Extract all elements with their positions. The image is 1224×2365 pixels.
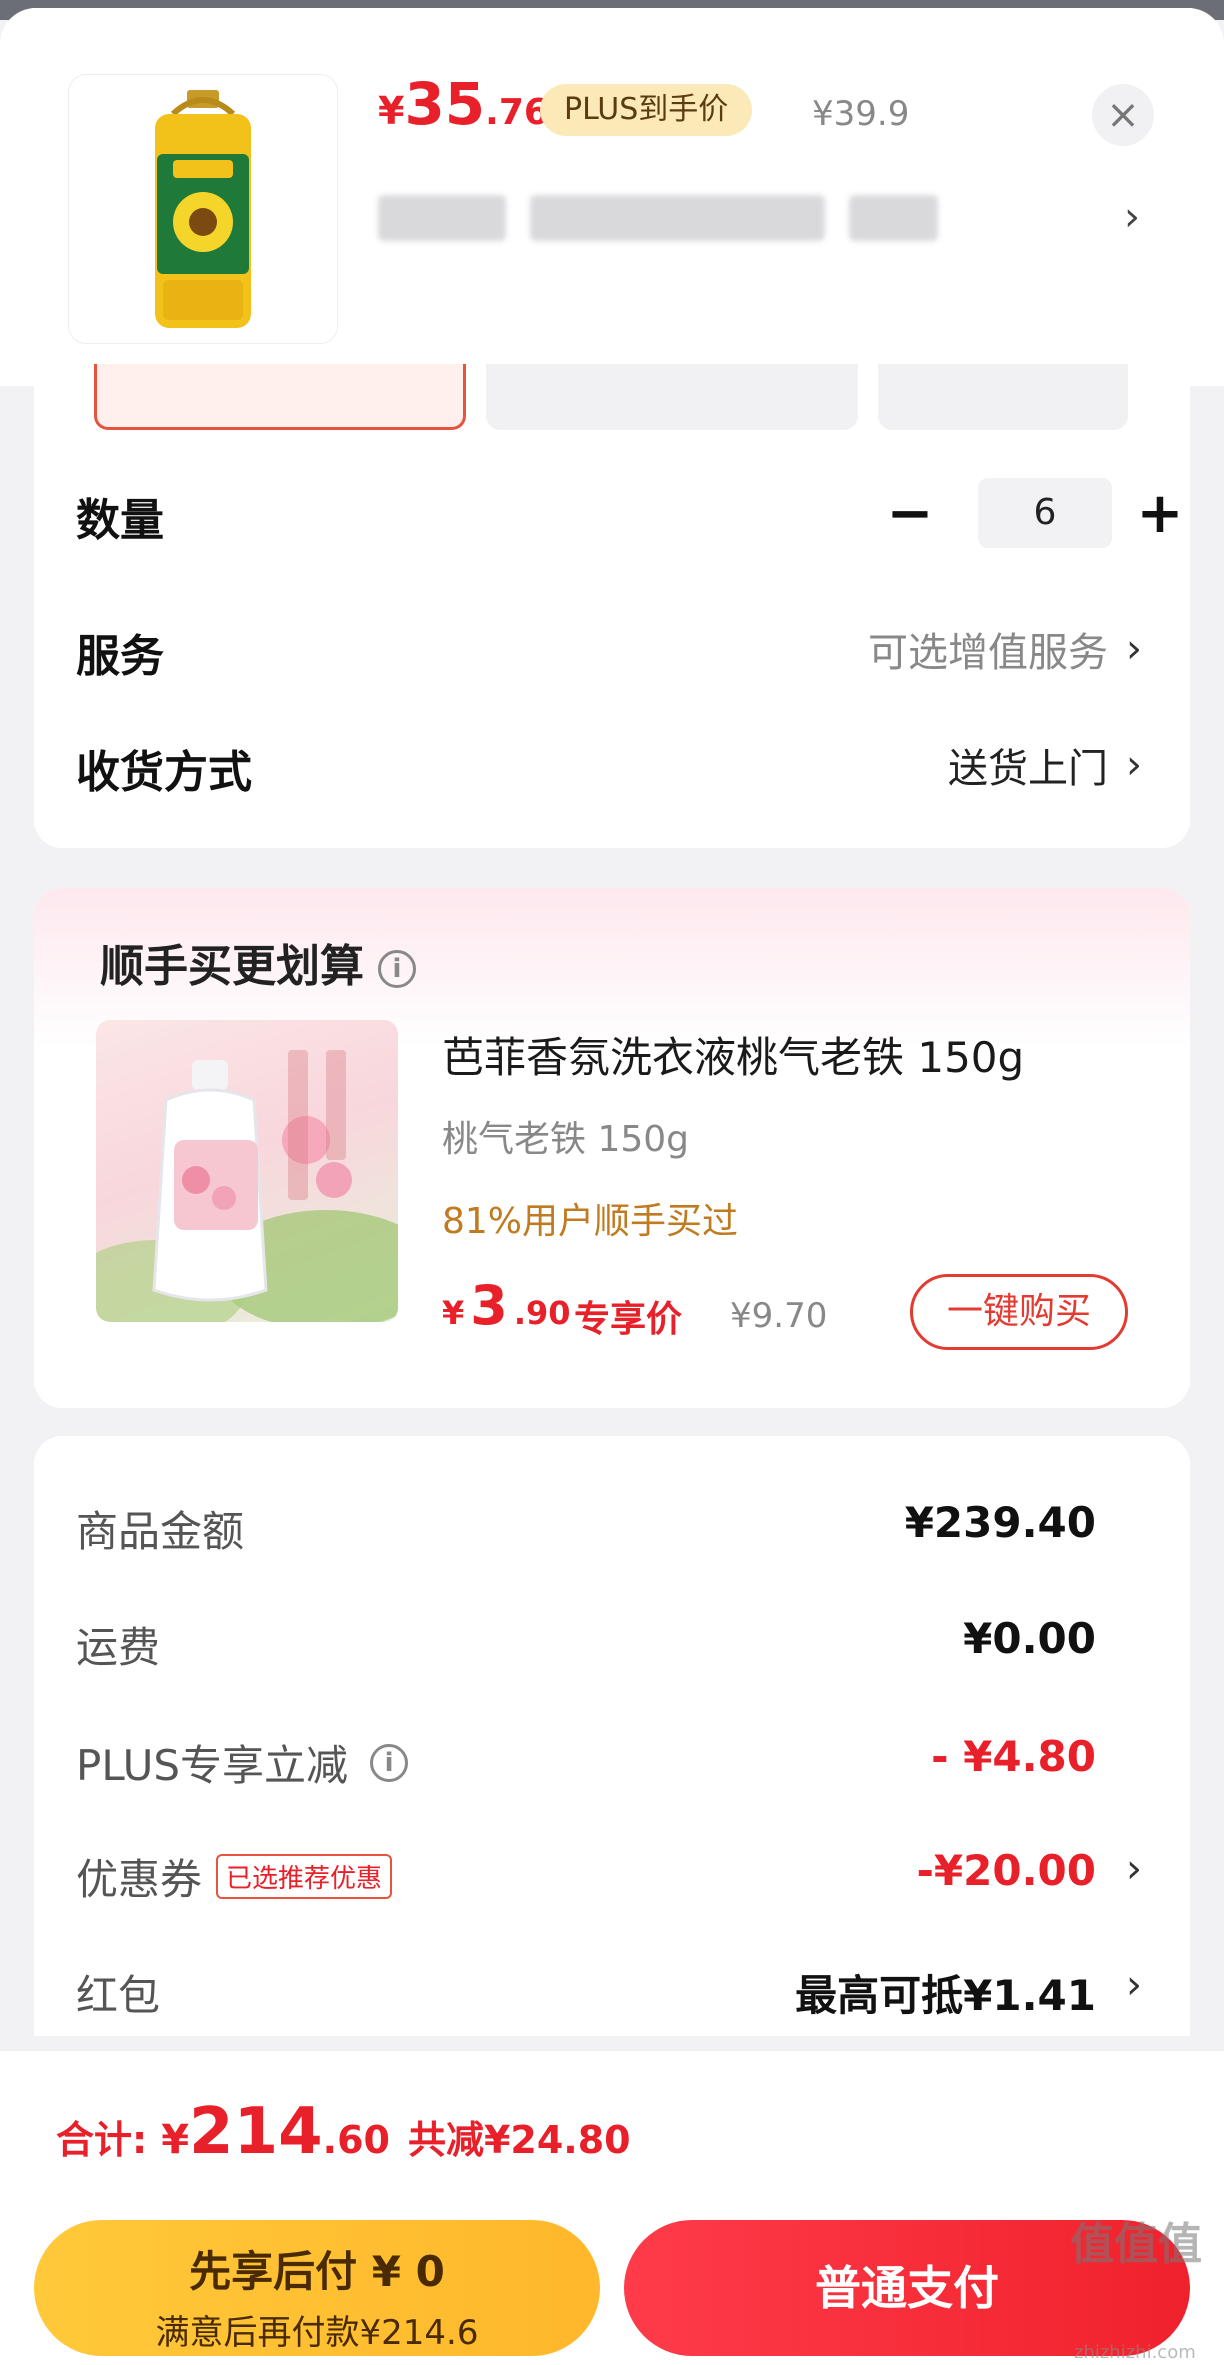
pay-later-title: 先享后付 ¥ 0	[189, 2247, 445, 2296]
info-icon[interactable]: i	[370, 1743, 409, 1782]
decrease-button[interactable]: −	[872, 478, 948, 554]
spec-option[interactable]	[486, 364, 858, 430]
chevron-right-icon[interactable]: ›	[1126, 1962, 1142, 2008]
plus-discount-label: PLUS专享立减 i	[76, 1732, 409, 1793]
delivery-selector[interactable]: 送货上门 ›	[948, 736, 1142, 794]
addon-product-image[interactable]	[96, 1020, 398, 1322]
addon-card: 顺手买更划算 i 芭菲香氛洗衣液桃气老铁 150g 桃气老铁 150g 81%用户…	[34, 888, 1190, 1408]
plus-discount-label-text: PLUS专享立减	[76, 1741, 349, 1790]
red-packet-label-text: 红包	[76, 1971, 161, 2020]
pay-later-subtitle: 满意后再付款¥214.6	[155, 2313, 479, 2353]
amount-summary-card: 商品金额 ¥239.40 运费 ¥0.00 PLUS专享立减 i - ¥4.80…	[34, 1436, 1190, 2036]
price-integer: 35	[404, 70, 486, 138]
watermark-url: zhizhizhi.com	[1074, 2342, 1196, 2363]
coupon-label: 优惠券 已选推荐优惠	[76, 1846, 393, 1907]
product-header: ¥ 35 .76 PLUS到手价 ¥39.9 × ›	[0, 8, 1224, 386]
redacted-text	[530, 195, 826, 241]
pay-later-button[interactable]: 先享后付 ¥ 0 满意后再付款¥214.6	[34, 2220, 600, 2356]
plus-price-badge: PLUS到手价	[540, 84, 753, 136]
spec-option-selected[interactable]	[94, 364, 466, 430]
info-icon[interactable]: i	[378, 950, 416, 988]
total-label: 合计:	[56, 2118, 148, 2162]
addon-price-decimal: .90	[513, 1294, 571, 1332]
quantity-input[interactable]: 6	[978, 478, 1112, 548]
goods-amount-value: ¥239.40	[904, 1498, 1096, 1547]
coupon-value[interactable]: -¥20.00	[916, 1846, 1096, 1895]
shipping-label: 运费	[76, 1614, 160, 1675]
shipping-value: ¥0.00	[963, 1614, 1096, 1663]
total-amount: 合计: ¥ 214 .60 共减¥24.80	[56, 2095, 631, 2169]
total-integer: 214	[189, 2095, 323, 2169]
detergent-bottle-image	[96, 1050, 398, 1322]
red-packet-label: 红包	[76, 1962, 160, 2023]
addon-original-price: ¥9.70	[730, 1296, 828, 1336]
watermark: 值值值	[1070, 2219, 1202, 2270]
addon-purchase-hint: 81%用户顺手买过	[442, 1201, 739, 1242]
original-price: ¥39.9	[812, 94, 910, 134]
product-price: ¥ 35 .76	[378, 70, 549, 140]
quantity-stepper: − 6 +	[872, 478, 1192, 554]
addon-price-tag: 专享价	[574, 1299, 683, 1340]
delivery-label: 收货方式	[76, 747, 252, 798]
addon-price-currency: ¥	[442, 1294, 465, 1332]
addon-price: ¥ 3 .90	[442, 1274, 571, 1337]
chevron-right-icon[interactable]: ›	[1126, 1846, 1142, 1892]
chevron-right-icon[interactable]: ›	[1124, 194, 1140, 240]
shipping-label-text: 运费	[76, 1623, 161, 1672]
spec-option[interactable]	[878, 364, 1128, 430]
total-saved: 共减¥24.80	[407, 2118, 631, 2162]
total-decimal: .60	[322, 2118, 390, 2162]
coupon-label-text: 优惠券	[76, 1855, 203, 1904]
plus-discount-value: - ¥4.80	[931, 1732, 1096, 1781]
addon-section-title: 顺手买更划算 i	[100, 930, 416, 994]
redacted-text	[849, 195, 938, 241]
increase-button[interactable]: +	[1122, 478, 1198, 554]
payment-buttons: 先享后付 ¥ 0 满意后再付款¥214.6 普通支付	[0, 2200, 1224, 2365]
addon-section-title-text: 顺手买更划算	[100, 941, 364, 992]
service-value: 可选增值服务	[868, 630, 1108, 676]
total-bar: 合计: ¥ 214 .60 共减¥24.80	[0, 2050, 1224, 2200]
service-selector[interactable]: 可选增值服务 ›	[868, 620, 1142, 678]
red-packet-value[interactable]: 最高可抵¥1.41	[795, 1962, 1096, 2023]
service-label: 服务	[76, 631, 164, 682]
price-currency: ¥	[378, 89, 405, 133]
delivery-value: 送货上门	[948, 746, 1108, 792]
goods-amount-label: 商品金额	[76, 1498, 244, 1559]
addon-price-integer: 3	[470, 1274, 508, 1337]
product-thumbnail	[68, 74, 338, 344]
oil-bottle-image	[155, 90, 251, 328]
order-options-card: 数量 − 6 + 服务 可选增值服务 › 收货方式 送货上门 ›	[34, 364, 1192, 848]
chevron-right-icon: ›	[1126, 742, 1142, 788]
total-currency: ¥	[161, 2117, 190, 2163]
addon-product-name[interactable]: 芭菲香氛洗衣液桃气老铁 150g	[442, 1024, 1024, 1085]
product-title-redacted[interactable]	[378, 188, 938, 248]
redacted-text	[378, 195, 506, 241]
chevron-right-icon: ›	[1126, 626, 1142, 672]
goods-amount-label-text: 商品金额	[76, 1507, 245, 1556]
addon-product-spec: 桃气老铁 150g	[442, 1119, 690, 1160]
quantity-label: 数量	[76, 495, 164, 546]
coupon-recommended-tag: 已选推荐优惠	[216, 1854, 393, 1899]
close-icon: ×	[1106, 92, 1140, 138]
order-sheet: ¥ 35 .76 PLUS到手价 ¥39.9 × › 数量 − 6 + 服务 可…	[0, 8, 1224, 2365]
close-button[interactable]: ×	[1092, 84, 1154, 146]
one-click-buy-button[interactable]: 一键购买	[910, 1274, 1128, 1350]
